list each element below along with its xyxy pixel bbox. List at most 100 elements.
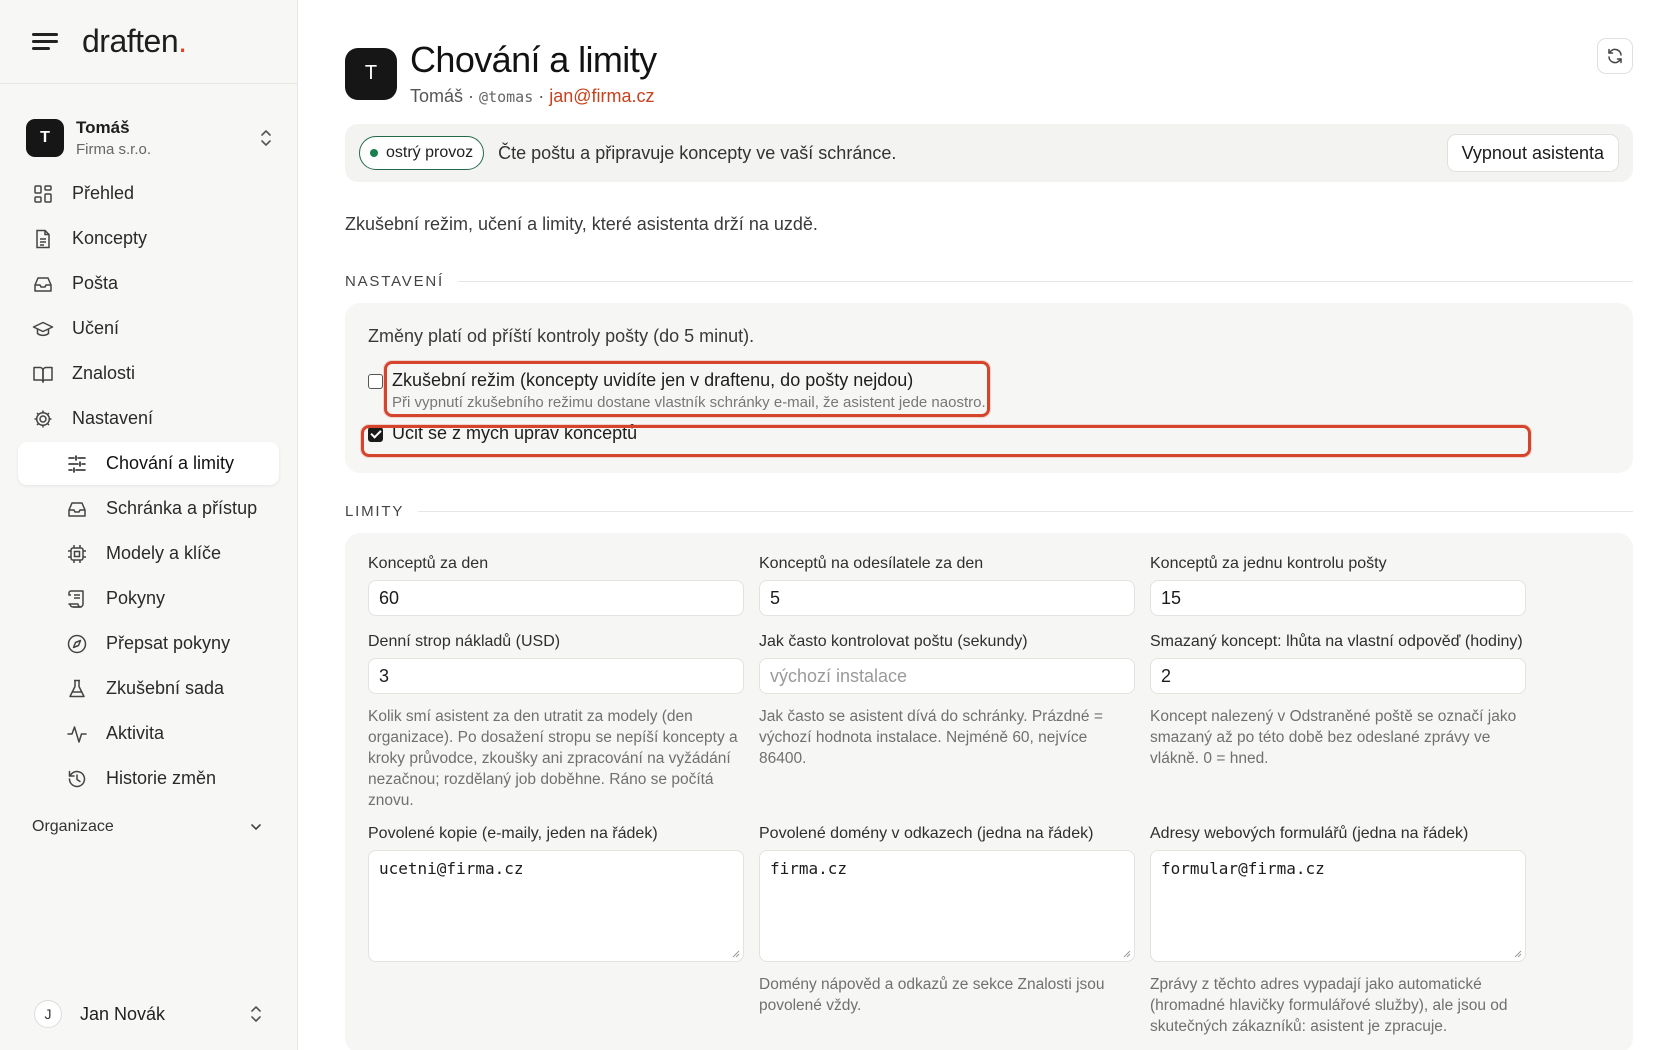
sidebar-item-nastaveni[interactable]: Nastavení	[18, 397, 279, 440]
field-help: Jak často se asistent dívá do schránky. …	[759, 708, 1103, 767]
org-user-name: Tomáš	[76, 118, 130, 137]
resize-grip-icon[interactable]	[1513, 949, 1522, 958]
user-name: Jan Novák	[80, 1003, 166, 1024]
sidebar-subitem-label: Historie změn	[106, 768, 217, 788]
dashboard-icon	[34, 184, 52, 203]
header-handle: @tomas	[479, 88, 534, 106]
separator: ·	[468, 86, 475, 106]
sidebar-subitem-modely[interactable]: Modely a klíče	[18, 532, 279, 575]
status-text: Čte poštu a připravuje koncepty ve vaší …	[498, 142, 897, 163]
sidebar-subitem-pokyny[interactable]: Pokyny	[18, 577, 279, 620]
highlight-learn	[361, 425, 1531, 457]
textarea-value: formular@firma.cz	[1161, 859, 1325, 878]
gear-icon	[34, 410, 52, 427]
sidebar-item-posta[interactable]: Pošta	[18, 262, 279, 305]
field-deleted-draft-grace: Smazaný koncept: lhůta na vlastní odpově…	[1150, 633, 1526, 811]
sidebar-subitem-prepsat-pokyny[interactable]: Přepsat pokyny	[18, 622, 279, 665]
allowed-domains-textarea[interactable]: firma.cz	[759, 850, 1135, 962]
resize-grip-icon[interactable]	[1122, 949, 1131, 958]
page-header: T Chování a limity Tomáš · @tomas · jan@…	[345, 40, 1633, 107]
logo-text: draften	[82, 23, 179, 59]
field-drafts-per-sender: Konceptů na odesílatele za den 5	[759, 555, 1135, 616]
disable-assistant-button[interactable]: Vypnout asistenta	[1446, 134, 1619, 172]
sidebar-subitem-label: Schránka a přístup	[106, 498, 258, 518]
org-switcher[interactable]: T Tomáš Firma s.r.o.	[0, 114, 297, 162]
header-email-link[interactable]: jan@firma.cz	[549, 86, 654, 106]
sidebar-subitem-label: Zkušební sada	[106, 678, 225, 698]
refresh-icon	[1608, 48, 1622, 64]
drafts-per-sender-input[interactable]: 5	[759, 580, 1135, 616]
user-switcher[interactable]: J Jan Novák	[0, 994, 297, 1034]
sidebar-subitem-chovani-a-limity[interactable]: Chování a limity	[18, 442, 279, 485]
chevron-updown-icon	[251, 1006, 261, 1022]
field-drafts-per-check: Konceptů za jednu kontrolu pošty 15	[1150, 555, 1526, 616]
sidebar-subitem-zkusebni-sada[interactable]: Zkušební sada	[18, 667, 279, 710]
webform-addresses-textarea[interactable]: formular@firma.cz	[1150, 850, 1526, 962]
limits-row-2: Denní strop nákladů (USD) 3 Kolik smí as…	[368, 633, 1611, 811]
intro-text: Zkušební režim, učení a limity, které as…	[345, 214, 818, 234]
drafts-per-day-input[interactable]: 60	[368, 580, 744, 616]
sidebar-item-label: Znalosti	[72, 363, 136, 383]
sidebar-subitem-historie[interactable]: Historie změn	[18, 757, 279, 800]
deleted-draft-grace-input[interactable]: 2	[1150, 658, 1526, 694]
history-icon	[68, 770, 86, 787]
logo[interactable]: draften.	[82, 23, 187, 60]
sidebar-nav: Přehled Koncepty Pošta Učení Znalosti Na…	[0, 172, 297, 836]
field-label: Konceptů za den	[368, 555, 489, 572]
highlight-trial-mode	[384, 361, 990, 417]
live-dot	[370, 149, 378, 157]
sidebar-group-organizace[interactable]: Organizace	[0, 818, 297, 836]
settings-card: Změny platí od příští kontroly pošty (do…	[345, 303, 1633, 473]
chip-icon	[68, 544, 86, 563]
sidebar-item-label: Nastavení	[72, 408, 154, 428]
field-label: Konceptů na odesílatele za den	[759, 555, 984, 572]
field-label: Jak často kontrolovat poštu (sekundy)	[759, 633, 1028, 650]
textarea-value: ucetni@firma.cz	[379, 859, 524, 878]
field-drafts-per-day: Konceptů za den 60	[368, 555, 744, 616]
trial-mode-checkbox[interactable]	[368, 374, 383, 389]
sidebar-item-znalosti[interactable]: Znalosti	[18, 352, 279, 395]
org-company: Firma s.r.o.	[76, 141, 152, 158]
org-avatar: T	[26, 119, 64, 157]
sidebar-item-koncepty[interactable]: Koncepty	[18, 217, 279, 260]
sidebar-subitem-schranka[interactable]: Schránka a přístup	[18, 487, 279, 530]
menu-icon[interactable]	[32, 32, 58, 52]
field-check-interval: Jak často kontrolovat poštu (sekundy) vý…	[759, 633, 1135, 811]
document-icon	[36, 229, 50, 248]
textarea-value: firma.cz	[770, 859, 848, 878]
field-help: Zprávy z těchto adres vypadají jako auto…	[1150, 976, 1508, 1035]
activity-icon	[67, 725, 87, 743]
field-label: Adresy webových formulářů (jedna na řáde…	[1150, 825, 1469, 842]
section-header-settings: NASTAVENÍ	[345, 273, 1633, 290]
sidebar-subitem-aktivita[interactable]: Aktivita	[18, 712, 279, 755]
settings-note: Změny platí od příští kontroly pošty (do…	[368, 326, 755, 346]
sidebar-item-prehled[interactable]: Přehled	[18, 172, 279, 215]
limits-row-3: Povolené kopie (e-maily, jeden na řádek)…	[368, 825, 1611, 1037]
chevron-updown-icon	[261, 130, 271, 146]
header-subtitle: Tomáš · @tomas · jan@firma.cz	[410, 86, 657, 107]
sidebar-subitem-label: Chování a limity	[106, 453, 235, 473]
field-label: Smazaný koncept: lhůta na vlastní odpově…	[1150, 633, 1523, 650]
daily-cost-cap-input[interactable]: 3	[368, 658, 744, 694]
refresh-button[interactable]	[1597, 38, 1633, 74]
check-interval-input[interactable]: výchozí instalace	[759, 658, 1135, 694]
main-content: T Chování a limity Tomáš · @tomas · jan@…	[345, 0, 1633, 1050]
section-header-limits: LIMITY	[345, 503, 1633, 520]
field-label: Konceptů za jednu kontrolu pošty	[1150, 555, 1387, 572]
sidebar-item-label: Pošta	[72, 273, 119, 293]
resize-grip-icon[interactable]	[731, 949, 740, 958]
sidebar-item-label: Učení	[72, 318, 120, 338]
status-bar: ostrý provoz Čte poštu a připravuje konc…	[345, 124, 1633, 182]
sidebar-item-label: Koncepty	[72, 228, 148, 248]
drafts-per-check-input[interactable]: 15	[1150, 580, 1526, 616]
field-help: Domény nápověd a odkazů ze sekce Znalost…	[759, 976, 1105, 1014]
separator: ·	[538, 86, 545, 106]
allowed-cc-textarea[interactable]: ucetni@firma.cz	[368, 850, 744, 962]
chevron-down-icon	[251, 824, 261, 831]
status-badge: ostrý provoz	[359, 136, 485, 170]
field-label: Povolené domény v odkazech (jedna na řád…	[759, 825, 1094, 842]
sidebar-item-uceni[interactable]: Učení	[18, 307, 279, 350]
section-title: NASTAVENÍ	[345, 273, 444, 290]
brand-bar: draften.	[0, 0, 297, 84]
sidebar-group-label: Organizace	[32, 818, 114, 835]
